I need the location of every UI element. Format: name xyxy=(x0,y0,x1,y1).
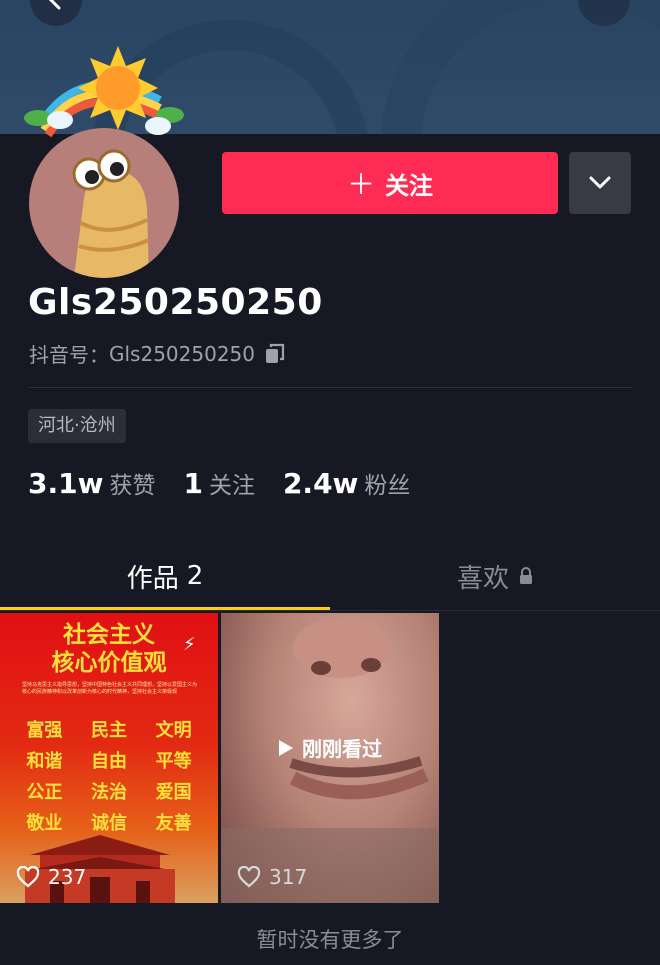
back-arrow-icon xyxy=(48,0,61,10)
value-item: 诚信 xyxy=(90,813,127,834)
follow-button[interactable]: ＋ 关注 xyxy=(222,152,558,214)
follow-button-label: 关注 xyxy=(385,171,433,200)
stat-label: 获赞 xyxy=(109,473,156,499)
value-item: 法治 xyxy=(90,782,127,803)
stats-row: 3.1w 获赞 1 关注 2.4w 粉丝 xyxy=(28,466,438,500)
video-thumbnail[interactable]: 刚刚看过 317 xyxy=(221,613,439,903)
creature-avatar-icon xyxy=(72,149,150,278)
stat-following[interactable]: 1 关注 xyxy=(183,466,254,500)
value-item: 和谐 xyxy=(26,751,63,772)
value-item: 民主 xyxy=(90,720,127,741)
just-watched-label: 刚刚看过 xyxy=(302,737,382,761)
tab-works-count: 2 xyxy=(186,561,204,591)
location-tag: 河北·沧州 xyxy=(28,409,126,443)
poster-text: 坚持马克思主义指导思想，坚持中国特色社会主义共同理想，坚持以爱国主义为核心的民族… xyxy=(22,682,198,695)
stat-likes[interactable]: 3.1w 获赞 xyxy=(28,466,155,500)
tab-likes[interactable]: 喜欢 xyxy=(330,545,660,607)
play-icon xyxy=(279,739,293,756)
just-watched-overlay: 刚刚看过 xyxy=(221,733,439,762)
value-item: 敬业 xyxy=(26,813,63,834)
copy-icon[interactable] xyxy=(265,343,285,365)
tab-works[interactable]: 作品 2 xyxy=(0,545,330,607)
divider xyxy=(28,387,632,388)
value-item: 自由 xyxy=(90,751,127,772)
video-like-count: 317 xyxy=(237,865,307,889)
douyin-id-value: Gls250250250 xyxy=(109,341,255,366)
stat-value: 1 xyxy=(183,467,203,500)
lock-icon xyxy=(520,567,532,584)
douyin-id-label: 抖音号： xyxy=(29,343,109,367)
douyin-id-row: 抖音号： Gls250250250 xyxy=(29,339,285,368)
stat-value: 3.1w xyxy=(28,467,104,500)
video-thumbnail[interactable]: 社会主义 核心价值观 ⚡ 坚持马克思主义指导思想，坚持中国特色社会主义共同理想，… xyxy=(0,613,218,903)
recommend-dropdown-button[interactable] xyxy=(569,152,631,214)
heart-icon xyxy=(16,866,40,888)
value-item: 友善 xyxy=(155,813,192,834)
plus-icon: ＋ xyxy=(346,168,375,201)
tab-likes-label: 喜欢 xyxy=(456,563,509,594)
avatar[interactable] xyxy=(20,40,200,278)
avatar-image xyxy=(29,128,179,278)
tabs-divider xyxy=(0,610,660,611)
value-item: 富强 xyxy=(26,720,63,741)
lightning-icon: ⚡ xyxy=(183,634,196,655)
heart-icon xyxy=(237,866,261,888)
sun-rainbow-decoration-icon xyxy=(24,46,184,138)
stat-label: 粉丝 xyxy=(364,473,411,499)
value-item: 文明 xyxy=(155,720,192,741)
stat-value: 2.4w xyxy=(282,467,359,500)
chevron-down-icon xyxy=(589,176,611,189)
value-item: 公正 xyxy=(26,782,63,803)
values-list: 富强 民主 文明 和谐 自由 平等 公正 法治 爱国 敬业 诚信 友善 xyxy=(0,716,218,840)
username: Gls250250250 xyxy=(28,282,323,323)
profile-tabs: 作品 2 喜欢 xyxy=(0,545,660,611)
stat-label: 关注 xyxy=(208,473,255,499)
video-grid: 社会主义 核心价值观 ⚡ 坚持马克思主义指导思想，坚持中国特色社会主义共同理想，… xyxy=(0,613,660,903)
video-like-count: 237 xyxy=(16,865,86,889)
stat-followers[interactable]: 2.4w 粉丝 xyxy=(283,466,410,500)
value-item: 平等 xyxy=(155,751,192,772)
no-more-content: 暂时没有更多了 xyxy=(256,928,404,952)
like-count-value: 317 xyxy=(269,865,308,889)
value-item: 爱国 xyxy=(155,782,192,803)
like-count-value: 237 xyxy=(48,865,87,889)
tab-works-label: 作品 xyxy=(126,563,179,594)
